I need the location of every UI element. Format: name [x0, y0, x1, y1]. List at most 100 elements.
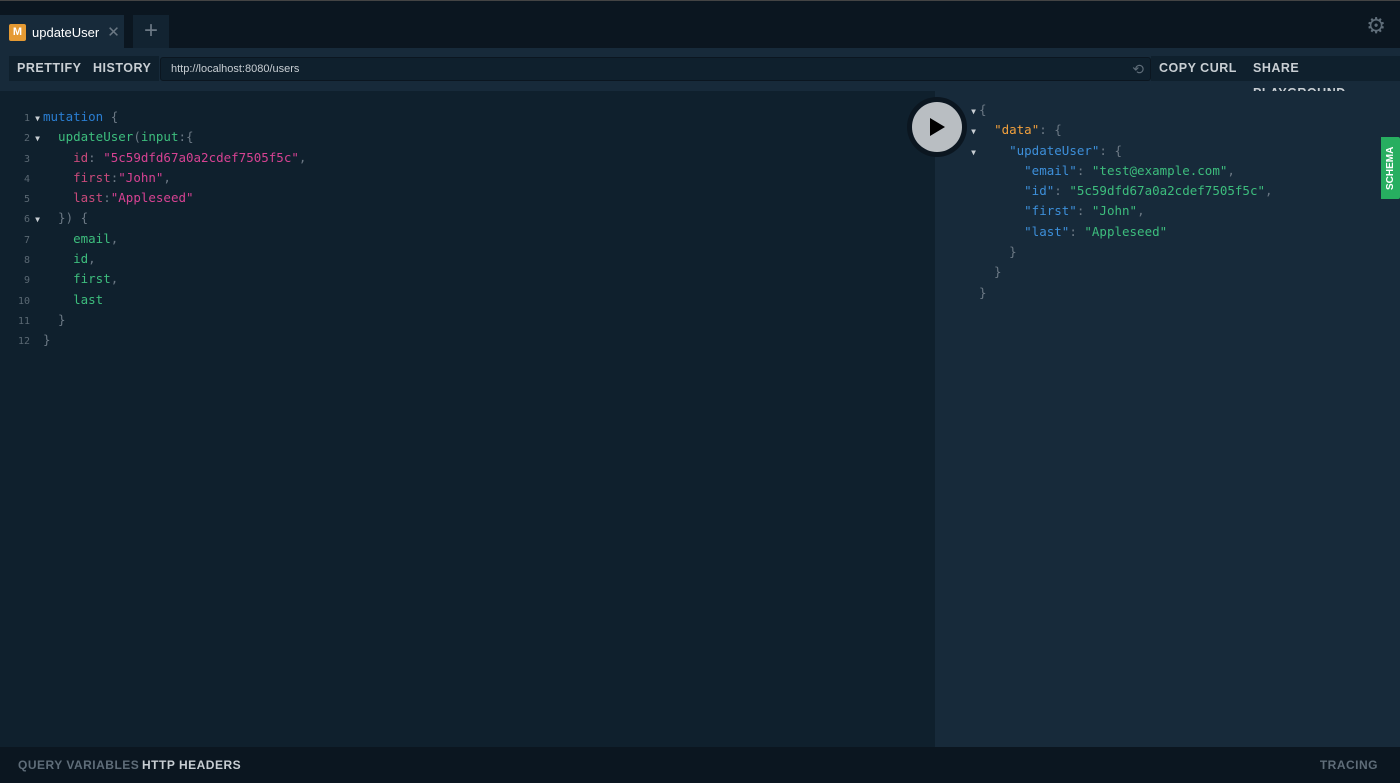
code-token: "test@example.com" [1091, 162, 1228, 178]
code-token: first [43, 169, 111, 185]
code-token: }) { [43, 210, 89, 226]
code-line: 9 first, [0, 270, 306, 290]
execute-query-button[interactable] [907, 97, 967, 157]
fold-gutter [32, 191, 43, 209]
code-line: "last": "Appleseed" [968, 223, 1273, 243]
code-line: } [968, 263, 1273, 283]
code-token: , [163, 169, 171, 185]
new-tab-button[interactable]: + [133, 15, 169, 49]
line-number: 10 [17, 295, 30, 307]
code-token: { [979, 102, 987, 117]
code-line: "first": "John", [968, 202, 1273, 222]
code-token: "data" [994, 122, 1040, 138]
mutation-badge: M [9, 23, 26, 41]
line-number: 6 [23, 214, 30, 226]
code-line: 2 ▼ updateUser(input:{ [0, 128, 306, 148]
code-token: "Appleseed" [1084, 223, 1168, 239]
code-token: { [103, 109, 119, 124]
copy-curl-button[interactable]: COPY CURL [1151, 56, 1245, 81]
result-code: ▼{▼ "data": {▼ "updateUser": { "email": … [968, 101, 1273, 304]
code-token: } [43, 311, 66, 327]
code-token: } [979, 244, 1017, 260]
fold-arrow-icon[interactable]: ▼ [968, 144, 979, 162]
line-number: 5 [23, 194, 30, 206]
schema-tab[interactable]: SCHEMA [1381, 137, 1400, 199]
code-token: : [1054, 183, 1070, 199]
code-line: 3 id: "5c59dfd67a0a2cdef7505f5c", [0, 149, 306, 169]
code-token: "John" [118, 169, 164, 185]
code-line: 4 first:"John", [0, 169, 306, 189]
tab-bar: M updateUser ✕ + ⚙ [0, 0, 1400, 49]
code-token: , [110, 230, 119, 246]
code-line: ▼{ [968, 101, 1273, 121]
fold-arrow-icon[interactable]: ▼ [968, 103, 979, 121]
code-line: 1 ▼ mutation { [0, 108, 306, 128]
fold-gutter [32, 232, 43, 250]
fold-gutter [968, 286, 979, 304]
code-line: ▼ "updateUser": { [968, 142, 1273, 162]
line-number: 12 [17, 336, 30, 348]
code-token: , [298, 149, 307, 165]
bottom-bar: QUERY VARIABLES HTTP HEADERS TRACING [0, 747, 1400, 783]
fold-arrow-icon[interactable]: ▼ [32, 130, 43, 148]
http-headers-tab[interactable]: HTTP HEADERS [142, 747, 241, 783]
code-token: "5c59dfd67a0a2cdef7505f5c" [1069, 183, 1265, 199]
line-number: 1 [23, 113, 30, 124]
result-panel: ▼{▼ "data": {▼ "updateUser": { "email": … [935, 91, 1400, 747]
fold-arrow-icon[interactable]: ▼ [32, 110, 43, 128]
code-token: updateUser [43, 129, 134, 145]
code-token: :{ [178, 129, 194, 145]
code-line: ▼ "data": { [968, 121, 1273, 141]
code-token: "email" [1024, 162, 1077, 178]
code-token: "first" [1024, 203, 1077, 219]
query-code[interactable]: 1 ▼ mutation {2 ▼ updateUser(input:{3 id: "… [0, 108, 306, 352]
fold-gutter [968, 265, 979, 283]
code-line: 5 last:"Appleseed" [0, 189, 306, 209]
code-token: , [1265, 183, 1273, 199]
code-token: "Appleseed" [110, 190, 194, 206]
line-number: 8 [23, 255, 30, 267]
prettify-button[interactable]: PRETTIFY [9, 56, 90, 81]
code-token: , [1137, 203, 1145, 219]
fold-gutter [32, 272, 43, 290]
code-token: last [43, 291, 104, 307]
code-line: 11 } [0, 311, 306, 331]
code-token: first [43, 271, 111, 287]
share-playground-button[interactable]: SHARE PLAYGROUND [1245, 56, 1400, 100]
code-token: : [1076, 162, 1092, 178]
code-token: , [110, 271, 119, 287]
code-token: , [1227, 162, 1235, 178]
query-variables-tab[interactable]: QUERY VARIABLES [18, 747, 139, 783]
code-token: "id" [1024, 183, 1055, 199]
reload-schema-icon[interactable]: ⟲ [1132, 58, 1144, 80]
fold-gutter [968, 164, 979, 182]
fold-gutter [968, 184, 979, 202]
endpoint-url-input[interactable]: http://localhost:8080/users ⟲ [160, 57, 1151, 81]
code-token: input [140, 129, 179, 145]
endpoint-url: http://localhost:8080/users [171, 63, 300, 75]
fold-arrow-icon[interactable]: ▼ [968, 123, 979, 141]
code-line: "email": "test@example.com", [968, 162, 1273, 182]
plus-icon: + [143, 17, 158, 44]
play-icon [930, 118, 945, 136]
code-line: } [968, 243, 1273, 263]
close-icon[interactable]: ✕ [107, 23, 120, 41]
code-token: : [1076, 203, 1092, 219]
fold-arrow-icon[interactable]: ▼ [32, 211, 43, 229]
query-editor[interactable]: 1 ▼ mutation {2 ▼ updateUser(input:{3 id: "… [0, 91, 935, 747]
fold-gutter [968, 204, 979, 222]
code-token: "last" [1024, 223, 1070, 239]
code-line: 7 email, [0, 230, 306, 250]
code-line: 10 last [0, 291, 306, 311]
code-token: "updateUser" [1009, 142, 1100, 158]
code-token: } [979, 264, 1002, 280]
settings-gear-icon[interactable]: ⚙ [1366, 13, 1386, 39]
code-token: last [43, 190, 104, 206]
tab-updateuser[interactable]: M updateUser ✕ [0, 15, 124, 49]
code-token: "John" [1091, 203, 1138, 219]
tracing-tab[interactable]: TRACING [1320, 747, 1378, 783]
history-button[interactable]: HISTORY [85, 56, 160, 81]
